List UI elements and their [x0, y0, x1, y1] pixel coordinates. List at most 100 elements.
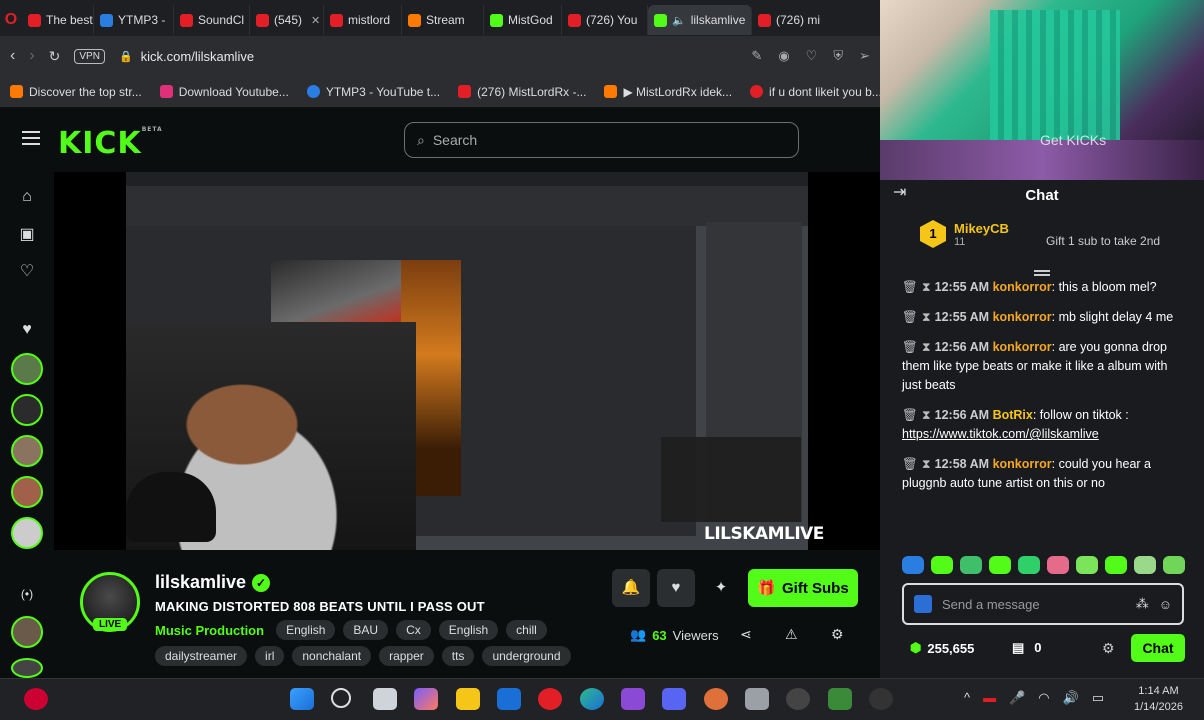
channel-points[interactable]: ⬢ 255,655: [910, 640, 974, 656]
back-icon[interactable]: ‹: [10, 47, 15, 65]
chat-username[interactable]: konkorror: [993, 280, 1052, 294]
browser-tab[interactable]: mistlord: [324, 5, 402, 35]
url-field[interactable]: kick.com/lilskamlive: [141, 49, 254, 64]
opera-icon[interactable]: [538, 688, 562, 710]
chat-username[interactable]: BotRix: [993, 408, 1033, 422]
notification-bell-button[interactable]: 🔔: [612, 569, 650, 607]
following-icon[interactable]: ♡: [18, 263, 36, 281]
chat-settings-icon[interactable]: ⚙: [1102, 640, 1115, 657]
report-icon[interactable]: ⚠: [785, 626, 798, 643]
volume-icon[interactable]: 🔊: [1063, 690, 1079, 706]
collapse-chat-icon[interactable]: ⇥: [893, 182, 906, 202]
forward-icon[interactable]: ›: [29, 47, 34, 65]
emote-icon[interactable]: [1134, 556, 1156, 574]
emote-icon[interactable]: [931, 556, 953, 574]
battery-icon[interactable]: ▭: [1092, 690, 1104, 706]
emote-icon[interactable]: [1018, 556, 1040, 574]
trash-icon[interactable]: 🗑: [902, 280, 918, 294]
kick-emote-icon[interactable]: [914, 595, 932, 613]
manage-user-icon[interactable]: ⚙: [831, 626, 844, 643]
bookmark[interactable]: (276) MistLordRx -...: [458, 85, 586, 99]
app-icon[interactable]: [704, 688, 728, 710]
browser-tab[interactable]: MistGod: [484, 5, 562, 35]
favorites-icon[interactable]: ♥: [18, 321, 36, 339]
timeout-icon[interactable]: ⧗: [922, 340, 931, 354]
tag[interactable]: dailystreamer: [155, 646, 248, 666]
followed-channel-avatar[interactable]: [11, 517, 43, 549]
app-icon[interactable]: [828, 688, 852, 710]
drag-handle-icon[interactable]: [1034, 270, 1050, 276]
followed-channel-avatar[interactable]: [11, 658, 43, 678]
emote-icon[interactable]: [1047, 556, 1069, 574]
timeout-icon[interactable]: ⧗: [922, 280, 931, 294]
app-icon[interactable]: [786, 688, 810, 710]
browse-icon[interactable]: ▣: [18, 226, 36, 244]
emote-icon[interactable]: [960, 556, 982, 574]
tag[interactable]: English: [276, 620, 336, 640]
browser-tab[interactable]: YTMP3 -: [94, 5, 174, 35]
browser-tab[interactable]: The best: [22, 5, 94, 35]
bookmark[interactable]: Discover the top str...: [10, 85, 142, 99]
shield-icon[interactable]: ⛨: [833, 48, 843, 64]
followed-channel-avatar[interactable]: [11, 394, 43, 426]
opera-menu-icon[interactable]: O: [0, 5, 22, 35]
bookmark[interactable]: Download Youtube...: [159, 85, 289, 99]
follow-heart-button[interactable]: ♥: [657, 569, 695, 607]
send-chat-button[interactable]: Chat: [1131, 634, 1185, 662]
bookmark[interactable]: ▶ MistLordRx idek...: [604, 85, 732, 99]
bookmark[interactable]: if u dont likeit you b...: [750, 85, 882, 99]
lock-icon[interactable]: 🔒: [119, 50, 133, 63]
gifter-name[interactable]: MikeyCB: [954, 221, 1009, 236]
browser-tab[interactable]: Stream: [402, 5, 484, 35]
tag[interactable]: Cx: [396, 620, 431, 640]
tag[interactable]: irl: [255, 646, 285, 666]
microphone-icon[interactable]: 🎤: [1009, 690, 1025, 706]
kick-logo[interactable]: KICKBETA: [58, 126, 163, 161]
trash-icon[interactable]: 🗑: [902, 408, 918, 422]
wifi-icon[interactable]: ◠: [1038, 690, 1049, 706]
camera-app-icon[interactable]: [745, 688, 769, 710]
home-icon[interactable]: ⌂: [18, 188, 36, 206]
edge-icon[interactable]: [580, 688, 604, 710]
streamer-name[interactable]: lilskamlive ✓: [155, 572, 271, 593]
browser-tab[interactable]: (545) ✕: [250, 5, 324, 35]
discord-icon[interactable]: [662, 688, 686, 710]
share-icon[interactable]: ⋖: [740, 626, 752, 643]
copilot-icon[interactable]: [414, 688, 438, 710]
emote-icon[interactable]: [1163, 556, 1185, 574]
reload-icon[interactable]: ↻: [49, 48, 61, 65]
followed-channel-avatar[interactable]: [11, 616, 43, 648]
vpn-badge[interactable]: VPN: [74, 48, 105, 64]
send-icon[interactable]: ➢: [859, 48, 870, 64]
bookmark[interactable]: YTMP3 - YouTube t...: [306, 85, 440, 99]
emote-icon[interactable]: [989, 556, 1011, 574]
category-link[interactable]: Music Production: [155, 623, 264, 638]
media-icon[interactable]: [621, 688, 645, 710]
clock[interactable]: 1:14 AM 1/14/2026: [1134, 683, 1183, 715]
heart-icon[interactable]: ♡: [806, 48, 818, 64]
speaker-icon[interactable]: 🔈: [672, 14, 686, 27]
browser-tab[interactable]: SoundCl: [174, 5, 250, 35]
tag[interactable]: underground: [482, 646, 571, 666]
gift-one-sub-link[interactable]: Gift 1 sub to take 2nd: [1046, 234, 1160, 248]
task-view-icon[interactable]: [373, 688, 397, 710]
tag[interactable]: chill: [506, 620, 547, 640]
chat-username[interactable]: konkorror: [993, 457, 1052, 471]
edit-icon[interactable]: ✎: [751, 48, 762, 64]
search-input[interactable]: ⌕ Search: [404, 122, 799, 158]
menu-icon[interactable]: [22, 131, 40, 145]
tray-app-icon[interactable]: ▬: [983, 690, 996, 706]
chat-message-input[interactable]: Send a message ⁂ ☺: [902, 583, 1184, 625]
trash-icon[interactable]: 🗑: [902, 340, 918, 354]
video-player[interactable]: LILSKAMLIVE: [54, 172, 880, 550]
emote-icon[interactable]: [1076, 556, 1098, 574]
tag[interactable]: nonchalant: [292, 646, 372, 666]
browser-tab[interactable]: (726) mi: [752, 5, 832, 35]
timeout-icon[interactable]: ⧗: [922, 457, 931, 471]
live-icon[interactable]: (•): [18, 585, 36, 603]
trash-icon[interactable]: 🗑: [902, 310, 918, 324]
search-icon[interactable]: [331, 688, 351, 708]
gift-subs-button[interactable]: 🎁 Gift Subs: [748, 569, 858, 607]
tag[interactable]: rapper: [379, 646, 434, 666]
file-explorer-icon[interactable]: [456, 688, 480, 710]
